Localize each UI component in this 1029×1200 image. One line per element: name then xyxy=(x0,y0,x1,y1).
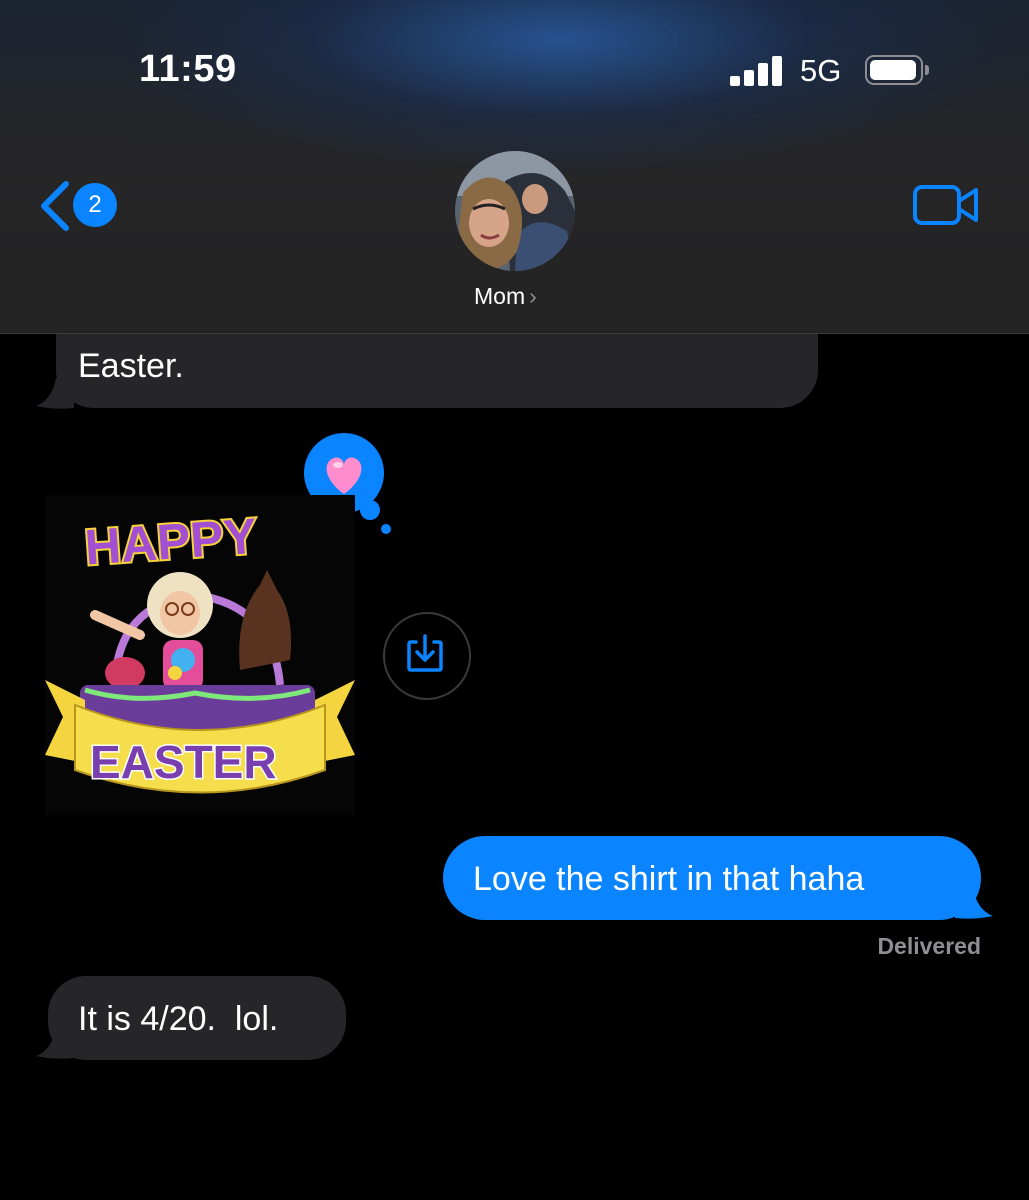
contact-name-button[interactable]: Mom › xyxy=(474,283,537,310)
unread-count-badge[interactable]: 2 xyxy=(73,183,117,227)
sticker-text-easter: EASTER xyxy=(90,736,277,788)
facetime-video-button[interactable] xyxy=(912,183,980,227)
status-time: 11:59 xyxy=(139,48,237,90)
bubble-tail xyxy=(36,1028,74,1059)
conversation-header: 11:59 5G 2 Mom › xyxy=(0,0,1029,334)
chevron-right-icon: › xyxy=(529,283,537,309)
cellular-signal-icon xyxy=(730,56,784,86)
happy-easter-sticker[interactable]: HAPPY EASTER xyxy=(45,495,355,815)
save-sticker-button[interactable] xyxy=(383,612,471,700)
delivery-status: Delivered xyxy=(877,933,981,959)
save-to-photos-icon xyxy=(407,634,443,672)
battery-icon xyxy=(865,55,929,85)
chevron-left-icon xyxy=(41,181,69,231)
video-camera-icon xyxy=(913,185,978,225)
message-text: Love the shirt in that haha xyxy=(473,860,865,898)
sticker-text-happy: HAPPY xyxy=(83,508,259,576)
bubble-tail xyxy=(36,378,74,409)
incoming-message-bubble[interactable]: It is 4/20. lol. xyxy=(48,976,346,1060)
message-text: Easter. xyxy=(78,347,184,385)
network-type: 5G xyxy=(800,53,842,88)
outgoing-message-bubble[interactable]: Love the shirt in that haha xyxy=(443,836,981,920)
contact-name: Mom xyxy=(474,283,526,309)
message-text: It is 4/20. lol. xyxy=(78,1000,279,1038)
contact-avatar[interactable] xyxy=(455,151,575,271)
bubble-tail xyxy=(955,888,993,919)
